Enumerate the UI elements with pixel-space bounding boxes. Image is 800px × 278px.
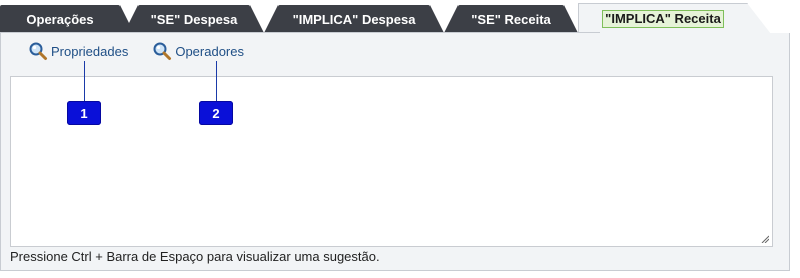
- tab-label: "IMPLICA" Despesa: [292, 11, 416, 27]
- magnifier-icon: [153, 42, 172, 60]
- callout-1-line: [84, 61, 85, 101]
- tab-label: "SE" Despesa: [150, 11, 238, 27]
- tab-implica-despesa[interactable]: "IMPLICA" Despesa: [264, 5, 444, 33]
- callout-1: 1: [67, 101, 101, 125]
- tab-se-despesa[interactable]: "SE" Despesa: [124, 5, 264, 33]
- operadores-label: Operadores: [175, 43, 244, 59]
- callout-2-line: [216, 61, 217, 101]
- tab-implica-receita[interactable]: "IMPLICA" Receita: [578, 3, 771, 34]
- resize-grip-icon[interactable]: [761, 235, 769, 243]
- operadores-link[interactable]: Operadores: [152, 41, 244, 61]
- magnifier-icon: [29, 42, 47, 60]
- callout-2-label: 2: [212, 105, 220, 121]
- tab-label: "IMPLICA" Receita: [602, 9, 724, 28]
- suggestion-hint: Pressione Ctrl + Barra de Espaço para vi…: [10, 249, 380, 264]
- callout-2: 2: [199, 101, 233, 125]
- tab-se-receita[interactable]: "SE" Receita: [444, 5, 578, 33]
- propriedades-link[interactable]: Propriedades: [28, 41, 128, 61]
- callout-1-label: 1: [80, 105, 88, 121]
- tab-strip: Operações "SE" Despesa "IMPLICA" Despesa…: [0, 0, 800, 34]
- propriedades-label: Propriedades: [51, 43, 129, 59]
- tab-label: Operações: [26, 11, 94, 27]
- tab-operacoes[interactable]: Operações: [0, 5, 134, 33]
- expression-editor[interactable]: [10, 76, 773, 247]
- toolbar: Propriedades Operadores: [28, 41, 244, 61]
- tab-label: "SE" Receita: [471, 11, 551, 27]
